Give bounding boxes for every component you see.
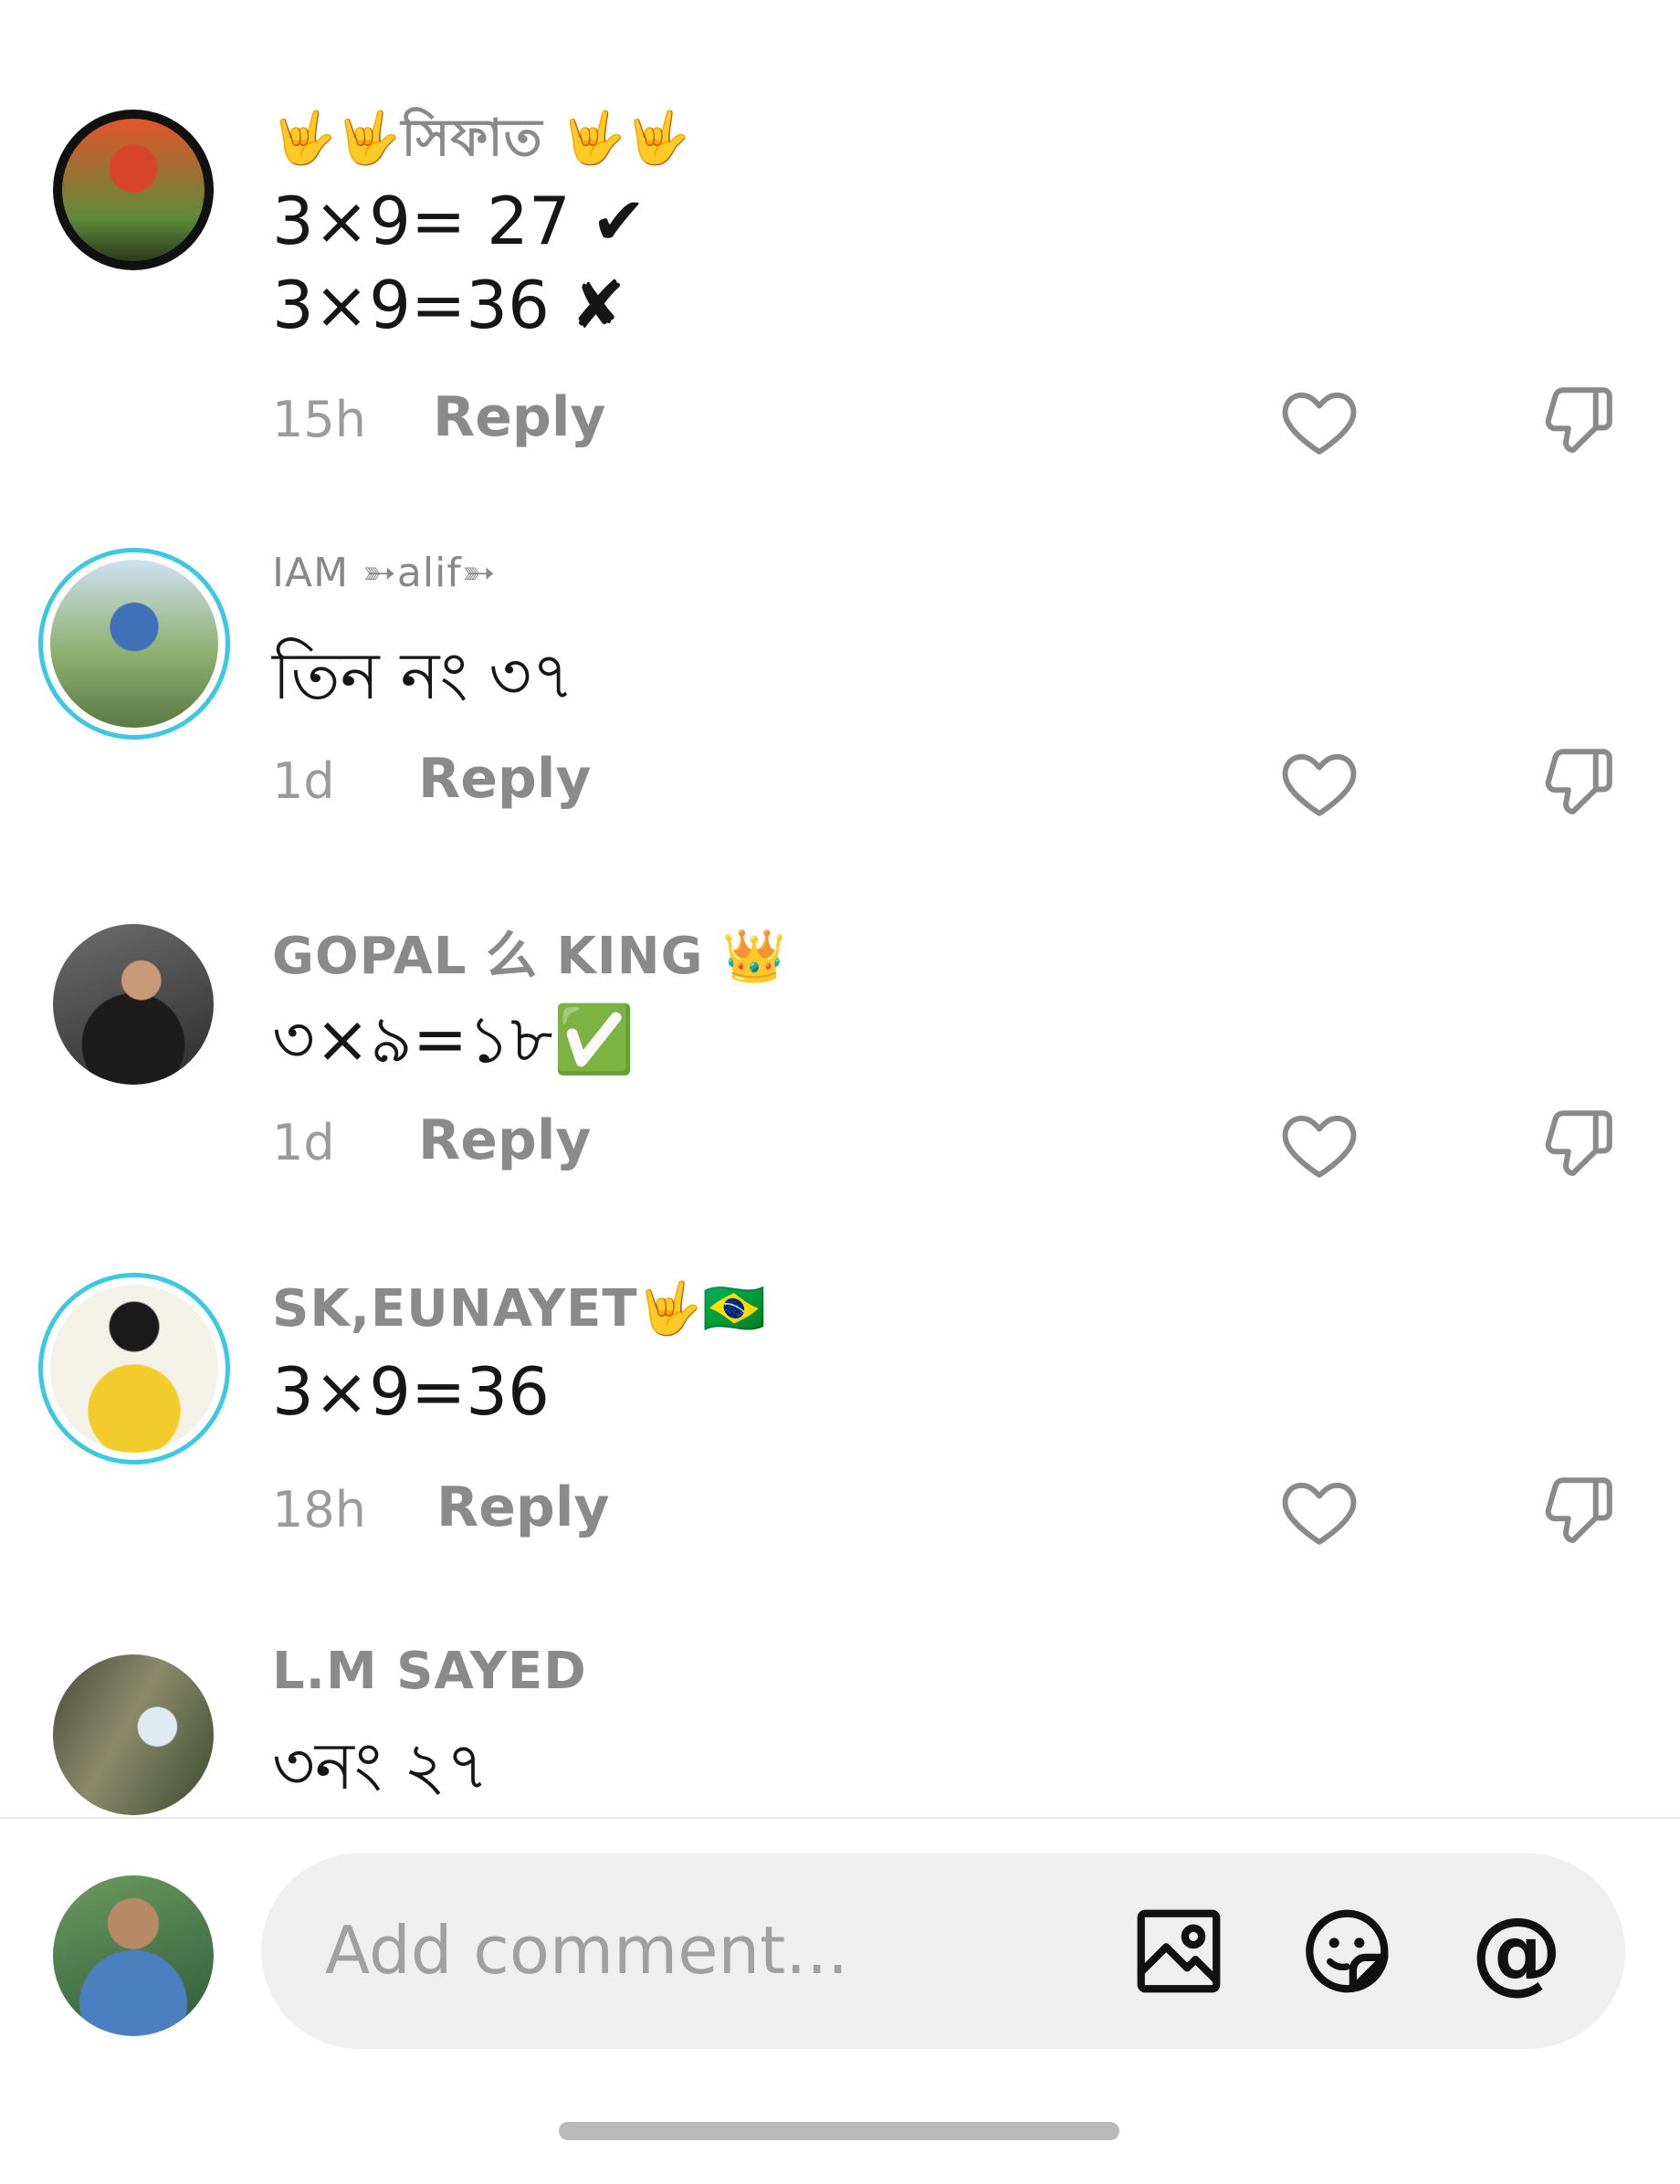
dislike-icon[interactable] [1538, 1470, 1620, 1552]
comment-time: 1d [272, 752, 335, 810]
comment-text: 3×9= 27 ✔ [272, 183, 646, 259]
sticker-icon[interactable] [1297, 1901, 1397, 2001]
comment-text: 3×9=36 [272, 1353, 550, 1430]
comment-username[interactable]: IAM ➳alif➳ [272, 550, 497, 596]
comment-username[interactable]: L.M SAYED [272, 1642, 587, 1701]
comment-time: 18h [272, 1481, 366, 1538]
dislike-icon[interactable] [1538, 1103, 1620, 1185]
reply-button[interactable]: Reply [433, 385, 606, 449]
comment-input-container: @ [261, 1853, 1625, 2049]
heart-icon[interactable] [1278, 1470, 1360, 1552]
dislike-icon[interactable] [1538, 741, 1620, 824]
comment-text: তিন নং ৩৭ [272, 637, 574, 714]
comment-username[interactable]: SK,EUNAYET🤟🇧🇷 [272, 1278, 767, 1339]
comment-input[interactable] [323, 1899, 1240, 2001]
mention-icon[interactable]: @ [1466, 1901, 1567, 2001]
avatar[interactable] [53, 924, 214, 1085]
avatar[interactable] [38, 1273, 230, 1465]
comment-time: 1d [272, 1114, 335, 1171]
reply-button[interactable]: Reply [436, 1475, 610, 1539]
comment-time: 15h [272, 391, 366, 448]
comment-text: ৩×৯=১৮✅ [272, 1001, 635, 1077]
divider [0, 1817, 1680, 1819]
home-indicator [559, 2122, 1119, 2140]
image-icon[interactable] [1129, 1901, 1229, 2001]
comment-username[interactable]: 🤟🤟সিফাত 🤟🤟 [272, 99, 691, 184]
reply-button[interactable]: Reply [418, 1108, 592, 1172]
comment-text: ৩নং ২৭ [272, 1727, 489, 1804]
avatar[interactable] [38, 548, 230, 740]
user-avatar [53, 1875, 214, 2036]
reply-button[interactable]: Reply [418, 747, 592, 811]
avatar[interactable] [53, 1654, 214, 1815]
dislike-icon[interactable] [1538, 380, 1620, 462]
heart-icon[interactable] [1278, 1103, 1360, 1185]
comment-username[interactable]: GOPAL 么 KING 👑 [272, 915, 787, 989]
heart-icon[interactable] [1278, 380, 1360, 462]
comment-text: 3×9=36 ✘ [272, 267, 626, 343]
avatar[interactable] [53, 110, 214, 270]
heart-icon[interactable] [1278, 741, 1360, 824]
